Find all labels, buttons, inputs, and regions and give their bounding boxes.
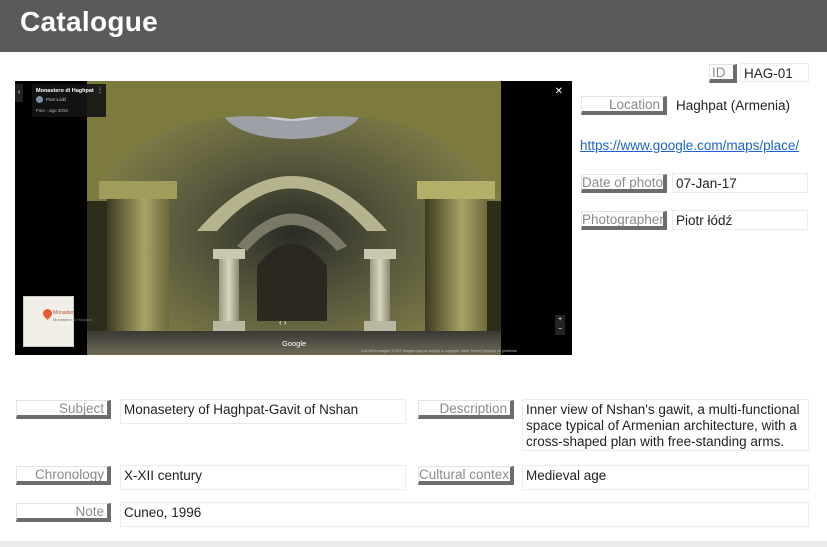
panorama-drawing <box>87 81 501 355</box>
place-title[interactable]: Monastero di Haghpat <box>36 88 94 94</box>
id-label: ID <box>709 64 737 83</box>
description-label: Description <box>418 400 514 419</box>
close-icon[interactable]: ✕ <box>555 86 563 97</box>
more-vert-icon[interactable]: ⋮ <box>97 87 103 94</box>
location-label: Location <box>581 96 667 115</box>
note-value: Cuneo, 1996 <box>120 502 809 527</box>
subject-value: Monasetery of Haghpat-Gavit of Nshan <box>120 399 406 424</box>
map-pin-icon <box>41 307 54 320</box>
maps-link[interactable]: https://www.google.com/maps/place/ <box>580 138 799 153</box>
minimap-label: Monaster <box>53 310 74 316</box>
photo-date: Foto - ago 2019 <box>36 108 68 113</box>
chronology-label: Chronology <box>16 466 111 485</box>
place-info-card[interactable]: Monastero di Haghpat Piotr Łódź Foto - a… <box>32 84 106 117</box>
date-value: 07-Jan-17 <box>672 173 808 193</box>
google-logo: Google <box>282 339 307 348</box>
date-label: Date of photo <box>581 174 667 193</box>
photographer-label: Photographer <box>581 211 667 230</box>
viewer-footer: Dati dell'immagine ©2017 Images may be s… <box>361 349 517 353</box>
bottom-strip <box>0 541 827 547</box>
zoom-control[interactable]: + − <box>555 315 565 335</box>
zoom-out-button[interactable]: − <box>555 325 565 335</box>
location-value: Haghpat (Armenia) <box>672 95 808 115</box>
avatar <box>36 96 43 103</box>
description-value: Inner view of Nshan's gawit, a multi-fun… <box>522 399 809 451</box>
photographer-value: Piotr łódź <box>672 210 808 230</box>
chevron-left-icon[interactable]: ‹ <box>15 84 23 102</box>
page-title: Catalogue <box>20 6 159 37</box>
minimap-sublabel: Monastero di Haghpat <box>53 317 93 322</box>
note-label: Note <box>16 503 111 522</box>
cultural-context-label: Cultural contex <box>418 466 514 485</box>
zoom-in-button[interactable]: + <box>555 315 565 325</box>
cultural-context-value: Medieval age <box>522 465 809 490</box>
photo-author[interactable]: Piotr Łódź <box>46 97 66 102</box>
subject-label: Subject <box>16 400 111 419</box>
minimap[interactable]: Monaster Monastero di Haghpat <box>23 296 92 347</box>
pano-nav-arrows[interactable]: ‹ › <box>279 318 287 327</box>
panorama-image[interactable] <box>87 81 501 355</box>
id-value: HAG-01 <box>740 63 809 82</box>
app-header: Catalogue <box>0 0 827 52</box>
street-view-viewer[interactable]: ‹ Monastero di Haghpat Piotr Łódź Foto -… <box>15 81 572 355</box>
chronology-value: X-XII century <box>120 465 406 490</box>
